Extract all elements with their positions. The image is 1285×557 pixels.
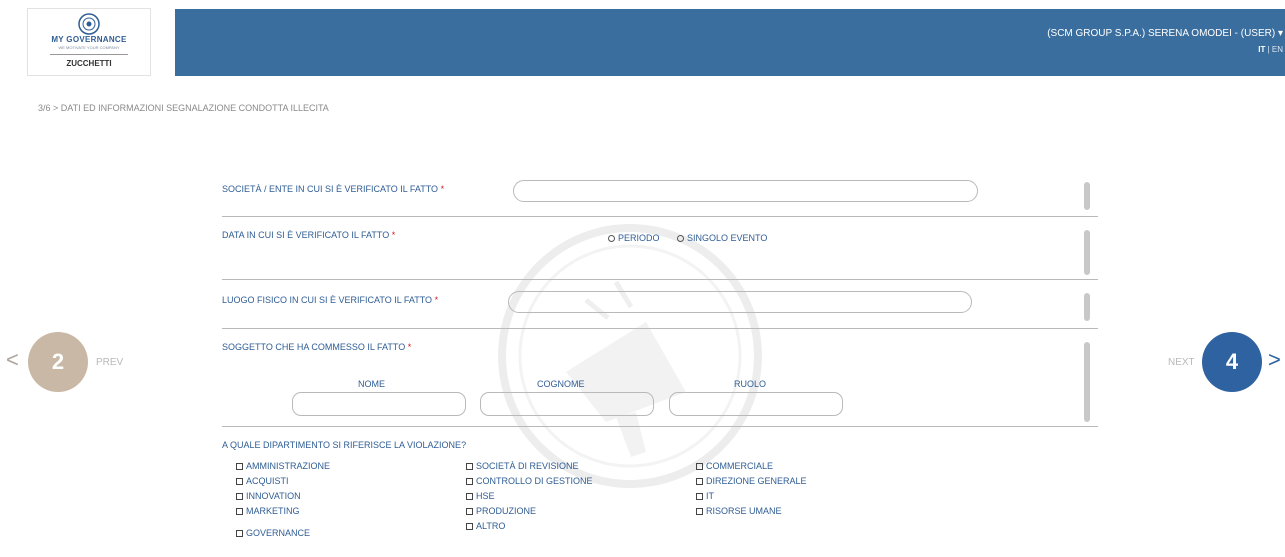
- checkbox-it[interactable]: IT: [696, 491, 714, 501]
- radio-singolo-evento[interactable]: SINGOLO EVENTO: [677, 233, 767, 243]
- checkbox-icon: [466, 523, 473, 531]
- checkbox-icon: [696, 463, 703, 471]
- checkbox-icon: [466, 508, 473, 516]
- company-scrollbar[interactable]: [1084, 182, 1090, 210]
- checkbox-icon: [466, 478, 473, 486]
- prev-arrow-icon[interactable]: <: [6, 347, 19, 373]
- logo[interactable]: MY GOVERNANCE WE MOTIVATE YOUR COMPANY Z…: [27, 8, 151, 76]
- checkbox-icon: [466, 493, 473, 501]
- user-name: (SCM GROUP S.P.A.) SERENA OMODEI - (USER…: [1047, 28, 1276, 39]
- logo-emblem-icon: [78, 13, 100, 35]
- company-row: SOCIETÀ / ENTE IN CUI SI È VERIFICATO IL…: [222, 170, 1098, 217]
- radio-circle-icon: [608, 235, 615, 243]
- prev-label[interactable]: PREV: [96, 357, 123, 368]
- logo-company: ZUCCHETTI: [66, 59, 112, 68]
- checkbox-direzione-generale[interactable]: DIREZIONE GENERALE: [696, 476, 807, 486]
- report-form: SOCIETÀ / ENTE IN CUI SI È VERIFICATO IL…: [222, 170, 1098, 557]
- checkbox-produzione[interactable]: PRODUZIONE: [466, 506, 536, 516]
- place-scrollbar[interactable]: [1084, 293, 1090, 321]
- checkbox-icon: [236, 530, 243, 538]
- place-label: LUOGO FISICO IN CUI SI È VERIFICATO IL F…: [222, 295, 439, 305]
- place-input[interactable]: [508, 291, 972, 313]
- radio-circle-icon: [677, 235, 684, 243]
- date-label: DATA IN CUI SI È VERIFICATO IL FATTO *: [222, 230, 396, 240]
- column-ruolo: RUOLO: [734, 379, 767, 389]
- lang-en[interactable]: EN: [1272, 45, 1283, 54]
- checkbox-acquisti[interactable]: ACQUISTI: [236, 476, 289, 486]
- nome-input[interactable]: [292, 392, 466, 416]
- logo-divider: [50, 54, 128, 55]
- radio-periodo[interactable]: PERIODO: [608, 233, 660, 243]
- checkbox-amministrazione[interactable]: AMMINISTRAZIONE: [236, 461, 330, 471]
- cognome-input[interactable]: [480, 392, 654, 416]
- checkbox-controllo-di-gestione[interactable]: CONTROLLO DI GESTIONE: [466, 476, 593, 486]
- logo-brand: MY GOVERNANCE: [51, 35, 127, 44]
- checkbox-icon: [236, 493, 243, 501]
- checkbox-icon: [236, 478, 243, 486]
- checkbox-commerciale[interactable]: COMMERCIALE: [696, 461, 773, 471]
- next-step-button[interactable]: 4: [1202, 332, 1262, 392]
- subject-scrollbar[interactable]: [1084, 342, 1090, 422]
- language-switcher: IT | EN: [1258, 45, 1283, 54]
- next-label[interactable]: NEXT: [1168, 357, 1195, 368]
- subject-label: SOGGETTO CHE HA COMMESSO IL FATTO *: [222, 342, 412, 352]
- next-arrow-icon[interactable]: >: [1268, 347, 1281, 373]
- column-cognome: COGNOME: [537, 379, 585, 389]
- date-scrollbar[interactable]: [1084, 230, 1090, 275]
- logo-tagline: WE MOTIVATE YOUR COMPANY: [58, 45, 120, 50]
- checkbox-innovation[interactable]: INNOVATION: [236, 491, 301, 501]
- subject-row: SOGGETTO CHE HA COMMESSO IL FATTO * NOME…: [222, 328, 1098, 427]
- checkbox-icon: [236, 463, 243, 471]
- header-bar: (SCM GROUP S.P.A.) SERENA OMODEI - (USER…: [175, 9, 1285, 76]
- checkbox-icon: [466, 463, 473, 471]
- checkbox-risorse-umane[interactable]: RISORSE UMANE: [696, 506, 782, 516]
- lang-separator: |: [1267, 45, 1270, 54]
- checkbox-altro[interactable]: ALTRO: [466, 521, 505, 531]
- checkbox-icon: [696, 493, 703, 501]
- checkbox-icon: [236, 508, 243, 516]
- checkbox-societa-di-revisione[interactable]: SOCIETÀ DI REVISIONE: [466, 461, 579, 471]
- ruolo-input[interactable]: [669, 392, 843, 416]
- column-nome: NOME: [358, 379, 385, 389]
- checkbox-icon: [696, 508, 703, 516]
- department-label: A QUALE DIPARTIMENTO SI RIFERISCE LA VIO…: [222, 440, 467, 450]
- company-input[interactable]: [513, 180, 978, 202]
- breadcrumb: 3/6 > DATI ED INFORMAZIONI SEGNALAZIONE …: [38, 103, 329, 113]
- company-label: SOCIETÀ / ENTE IN CUI SI È VERIFICATO IL…: [222, 184, 445, 194]
- chevron-down-icon: ▾: [1277, 28, 1283, 39]
- checkbox-governance[interactable]: GOVERNANCE: [236, 528, 310, 538]
- place-row: LUOGO FISICO IN CUI SI È VERIFICATO IL F…: [222, 279, 1098, 329]
- prev-step-button[interactable]: 2: [28, 332, 88, 392]
- user-menu[interactable]: (SCM GROUP S.P.A.) SERENA OMODEI - (USER…: [1047, 28, 1283, 39]
- checkbox-icon: [696, 478, 703, 486]
- checkbox-marketing[interactable]: MARKETING: [236, 506, 300, 516]
- lang-it[interactable]: IT: [1258, 45, 1265, 54]
- checkbox-hse[interactable]: HSE: [466, 491, 495, 501]
- date-row: DATA IN CUI SI È VERIFICATO IL FATTO * P…: [222, 216, 1098, 280]
